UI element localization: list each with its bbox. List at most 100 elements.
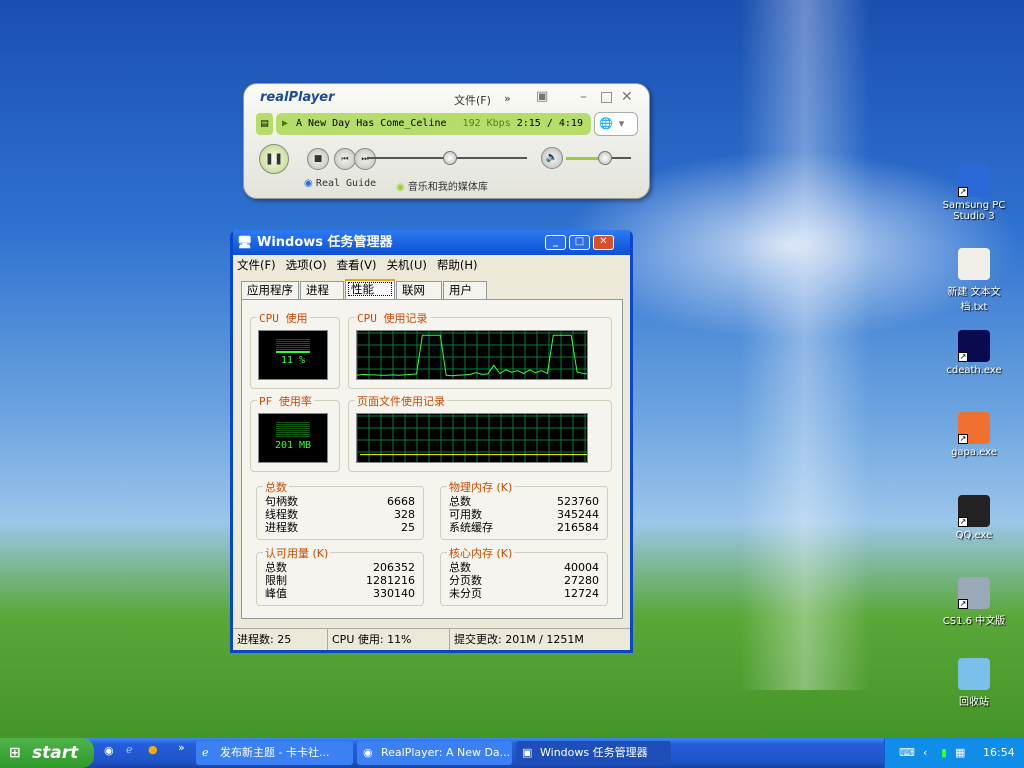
menu-item[interactable]: 文件(F) xyxy=(237,255,276,275)
minimize-button[interactable]: _ xyxy=(545,235,566,250)
tab-2[interactable]: 性能 xyxy=(345,279,395,299)
seek-handle[interactable] xyxy=(443,151,458,165)
desktop-icon[interactable]: 回收站 xyxy=(938,658,1010,708)
tab-3[interactable]: 联网 xyxy=(396,281,442,299)
taskbar-item-task-manager[interactable]: ▣ Windows 任务管理器 xyxy=(516,741,671,765)
task-manager-window[interactable]: 🖥 Windows 任务管理器 _ □ ✕ 文件(F) 选项(O) 查看(V) 关机(… xyxy=(230,230,633,653)
volume-slider[interactable] xyxy=(566,151,631,165)
menu-item[interactable]: 查看(V) xyxy=(337,255,377,275)
desktop-icon-label: cdeath.exe xyxy=(946,365,1002,376)
tray-expand-icon[interactable]: ‹ xyxy=(923,738,927,768)
recycle-bin-icon xyxy=(958,658,990,690)
close-button[interactable]: ✕ xyxy=(593,235,614,250)
tab-4[interactable]: 用户 xyxy=(443,281,487,299)
compact-mode-icon[interactable]: ▣ xyxy=(536,89,548,104)
gapa-icon: ↗ xyxy=(958,412,990,444)
cpu-value: 11 % xyxy=(280,355,306,366)
desktop-icon[interactable]: 新建 文本文档.txt xyxy=(938,248,1010,313)
realplayer-window[interactable]: realPlayer 文件(F) » ▣ – □ ✕ ▤ ▶ A New Day… xyxy=(243,83,650,199)
taskbar-item-browser[interactable]: ℯ 发布新主题 - 卡卡社... xyxy=(196,741,353,765)
stat-label: 系统缓存 xyxy=(449,521,493,534)
taskbar: ⊞ start ◉ ℯ ● » ℯ 发布新主题 - 卡卡社... ◉ RealPlay… xyxy=(0,738,1024,768)
quicklaunch-firefox-icon[interactable]: ● xyxy=(148,743,158,756)
menu-item[interactable]: 关机(U) xyxy=(386,255,426,275)
status-cpu: CPU 使用: 11% xyxy=(328,629,450,650)
start-button[interactable]: ⊞ start xyxy=(0,738,94,768)
quicklaunch-realplayer-icon[interactable]: ◉ xyxy=(104,744,114,757)
stat-value: 27280 xyxy=(564,574,599,587)
cpu-usage-group: CPU 使用 11 % xyxy=(250,310,340,389)
stat-row: 总数 523760 xyxy=(441,495,607,508)
realplayer-file-menu[interactable]: 文件(F) xyxy=(454,92,491,108)
browser-button[interactable]: 🌐 ▾ xyxy=(594,112,638,136)
status-commit: 提交更改: 201M / 1251M xyxy=(454,633,584,646)
shortcut-arrow-icon: ↗ xyxy=(958,434,968,444)
window-title: Windows 任务管理器 xyxy=(257,235,393,250)
desktop-icon[interactable]: ↗ gapa.exe xyxy=(938,412,1010,458)
stat-row: 系统缓存 216584 xyxy=(441,521,607,534)
menu-item[interactable]: 选项(O) xyxy=(286,255,327,275)
maximize-button[interactable]: □ xyxy=(569,235,590,250)
media-library-link[interactable]: ◉ 音乐和我的媒体库 xyxy=(396,178,488,193)
quicklaunch-ie-icon[interactable]: ℯ xyxy=(126,743,133,756)
pf-history-group: 页面文件使用记录 xyxy=(348,393,612,472)
stat-row: 未分页 12724 xyxy=(441,587,607,600)
desktop-icon[interactable]: ↗ CS1.6 中文版 xyxy=(938,577,1010,627)
stat-row: 总数 206352 xyxy=(257,561,423,574)
next-button[interactable]: ⏭ xyxy=(354,148,376,170)
play-indicator-icon: ▶ xyxy=(282,118,289,129)
pause-button[interactable]: ❚❚ xyxy=(259,144,289,174)
stat-label: 总数 xyxy=(265,561,287,574)
pf-usage-group: PF 使用率 201 MB xyxy=(250,393,340,472)
title-bar[interactable]: 🖥 Windows 任务管理器 _ □ ✕ xyxy=(233,230,630,255)
group-title: 总数 xyxy=(263,479,289,495)
stat-value: 345244 xyxy=(557,508,599,521)
stat-label: 句柄数 xyxy=(265,495,298,508)
real-guide-link[interactable]: ◉ Real Guide xyxy=(304,178,376,189)
desktop-icon[interactable]: ↗ Samsung PC Studio 3 xyxy=(938,165,1010,222)
keyboard-icon[interactable]: ⌨ xyxy=(899,738,915,768)
qq-penguin-icon: ↗ xyxy=(958,495,990,527)
stat-row: 峰值 330140 xyxy=(257,587,423,600)
real-guide-icon: ◉ xyxy=(304,178,313,189)
playlist-icon[interactable]: ▤ xyxy=(256,113,273,135)
tab-1[interactable]: 进程 xyxy=(300,281,344,299)
stat-label: 限制 xyxy=(265,574,287,587)
desktop-icon-label: Samsung PC Studio 3 xyxy=(942,200,1006,222)
realplayer-more-button[interactable]: » xyxy=(504,92,511,105)
tab-0[interactable]: 应用程序 xyxy=(241,281,299,299)
maximize-icon[interactable]: □ xyxy=(600,89,613,105)
cpu-usage-label: CPU 使用 xyxy=(257,310,310,326)
menu-item[interactable]: 帮助(H) xyxy=(437,255,478,275)
stop-button[interactable]: ■ xyxy=(307,148,329,170)
quicklaunch-more-button[interactable]: » xyxy=(178,741,185,754)
desktop-icon[interactable]: ↗ QQ.exe xyxy=(938,495,1010,541)
bitrate: 192 Kbps xyxy=(462,118,511,129)
stat-value: 330140 xyxy=(373,587,415,600)
previous-button[interactable]: ⏮ xyxy=(334,148,356,170)
network-icon[interactable]: ▦ xyxy=(955,738,965,768)
pf-history-graph xyxy=(356,413,588,463)
stat-label: 未分页 xyxy=(449,587,482,600)
pf-meter: 201 MB xyxy=(258,413,328,463)
track-time: 2:15 / 4:19 xyxy=(516,118,583,129)
stat-label: 总数 xyxy=(449,495,471,508)
clock[interactable]: 16:54 xyxy=(983,738,1015,768)
task-manager-tray-icon[interactable]: ▮ xyxy=(941,738,947,768)
taskbar-item-realplayer[interactable]: ◉ RealPlayer: A New Da... xyxy=(357,741,512,765)
seek-bar[interactable] xyxy=(367,151,527,165)
stat-value: 40004 xyxy=(564,561,599,574)
pf-usage-label: PF 使用率 xyxy=(257,393,314,409)
stat-value: 216584 xyxy=(557,521,599,534)
ie-icon: ℯ xyxy=(202,746,209,759)
text-file-icon xyxy=(958,248,990,280)
stat-label: 进程数 xyxy=(265,521,298,534)
cdeath-icon: ↗ xyxy=(958,330,990,362)
status-processes: 进程数: 25 xyxy=(233,629,328,650)
volume-handle[interactable] xyxy=(598,151,612,165)
minimize-icon[interactable]: – xyxy=(580,89,587,105)
mute-button[interactable]: 🔈 xyxy=(541,147,563,169)
close-icon[interactable]: ✕ xyxy=(621,89,633,105)
desktop-icon[interactable]: ↗ cdeath.exe xyxy=(938,330,1010,376)
shortcut-arrow-icon: ↗ xyxy=(958,599,968,609)
